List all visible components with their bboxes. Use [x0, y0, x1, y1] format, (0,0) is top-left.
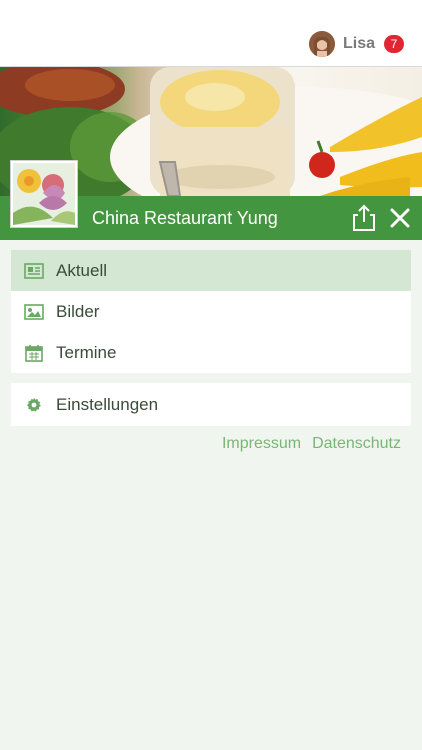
top-bar: Lisa 7	[0, 0, 422, 67]
menu-item-label: Aktuell	[56, 260, 108, 280]
close-button[interactable]	[385, 203, 415, 233]
gear-icon	[24, 395, 44, 415]
share-button[interactable]	[349, 203, 379, 233]
menu-item-bilder[interactable]: Bilder	[11, 291, 411, 332]
impressum-link[interactable]: Impressum	[222, 435, 301, 453]
restaurant-title: China Restaurant Yung	[92, 208, 278, 228]
image-icon	[24, 302, 44, 322]
notification-badge[interactable]: 7	[384, 35, 404, 53]
menu-item-label: Termine	[56, 342, 117, 362]
user-name[interactable]: Lisa	[343, 35, 375, 53]
calendar-icon	[24, 343, 44, 363]
datenschutz-link[interactable]: Datenschutz	[312, 435, 401, 453]
menu-item-einstellungen[interactable]: Einstellungen	[11, 383, 411, 426]
menu-item-termine[interactable]: Termine	[11, 332, 411, 373]
user-menu[interactable]: Lisa 7	[308, 30, 404, 58]
share-icon	[353, 204, 375, 231]
navigation-menu: Aktuell Bilder Termine	[11, 250, 411, 373]
user-avatar[interactable]	[308, 31, 335, 57]
menu-item-label: Bilder	[56, 301, 100, 321]
close-icon	[390, 208, 410, 228]
settings-menu: Einstellungen	[11, 383, 411, 426]
restaurant-logo	[10, 160, 78, 228]
footer-links: Impressum Datenschutz	[222, 435, 401, 453]
menu-item-label: Einstellungen	[56, 394, 159, 414]
menu-item-aktuell[interactable]: Aktuell	[11, 250, 411, 291]
newspaper-icon	[24, 261, 44, 281]
